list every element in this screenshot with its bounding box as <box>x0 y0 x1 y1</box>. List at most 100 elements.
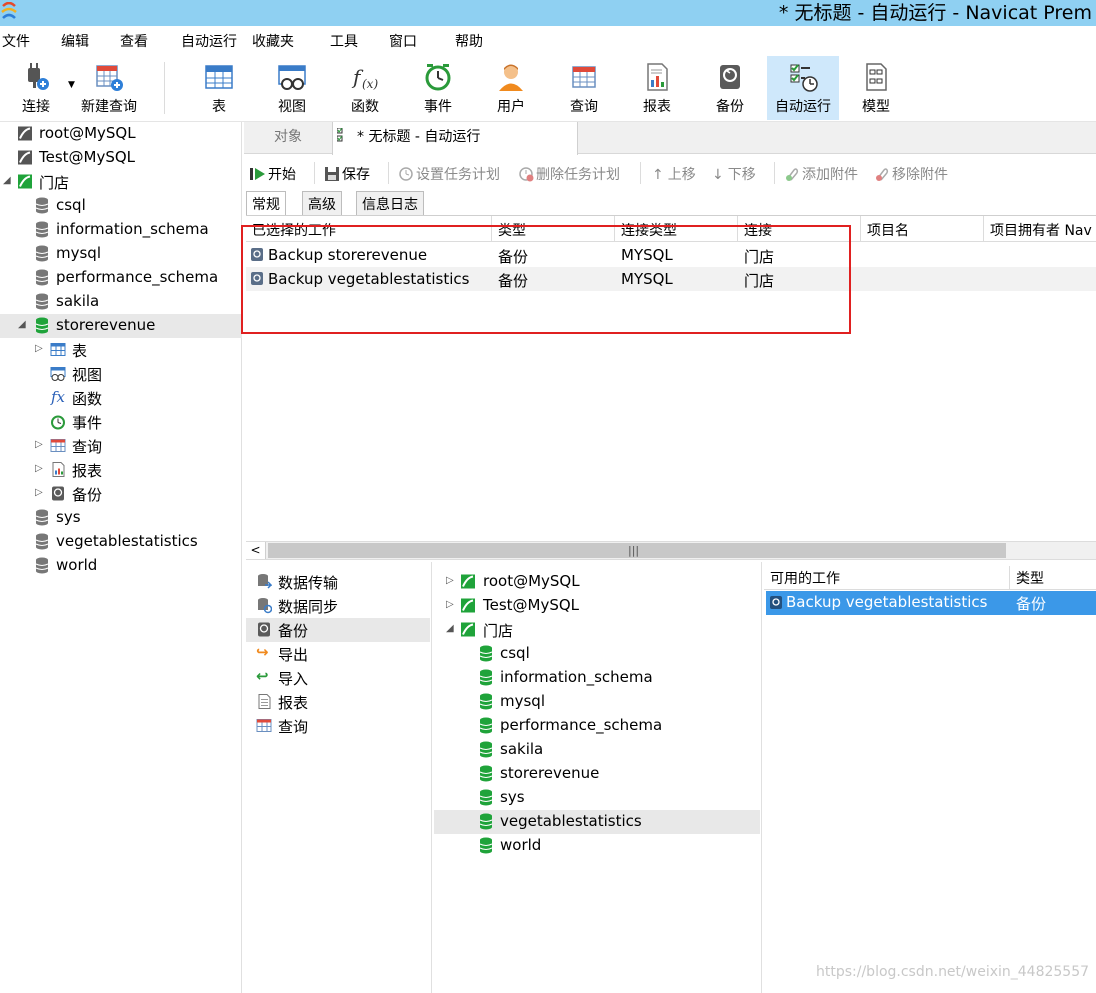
tree-database[interactable]: sys <box>0 506 242 530</box>
conn-tree-database-selected[interactable]: vegetablestatistics <box>434 810 760 834</box>
svg-text:(x): (x) <box>362 77 378 91</box>
tree-node-reports[interactable]: ▷ 报表 <box>0 458 242 482</box>
move-up-button[interactable]: ↑ 上移 <box>652 164 696 184</box>
conn-tree-database[interactable]: storerevenue <box>434 762 760 786</box>
job-type-backup-selected[interactable]: 备份 <box>246 618 430 642</box>
collapsed-arrow-icon[interactable]: ▷ <box>35 464 45 474</box>
automation-button[interactable]: 自动运行 <box>767 56 839 120</box>
tree-database-label: information_schema <box>56 220 209 238</box>
menu-edit[interactable]: 编辑 <box>61 31 89 51</box>
job-type-query[interactable]: 查询 <box>246 714 430 738</box>
expanded-arrow-icon[interactable]: ◢ <box>446 624 454 634</box>
tree-node-functions[interactable]: fx 函数 <box>0 386 242 410</box>
collapsed-arrow-icon[interactable]: ▷ <box>446 576 454 586</box>
tree-node-queries[interactable]: ▷ 查询 <box>0 434 242 458</box>
actionbar-divider <box>774 162 775 184</box>
grid-horizontal-scrollbar[interactable]: < ||| <box>246 541 1096 560</box>
collapsed-arrow-icon[interactable]: ▷ <box>35 344 45 354</box>
tree-node-views[interactable]: 视图 <box>0 362 242 386</box>
expanded-arrow-icon[interactable]: ◢ <box>3 176 13 186</box>
set-schedule-button[interactable]: 设置任务计划 <box>398 164 500 184</box>
report-button[interactable]: 报表 <box>630 56 684 120</box>
new-query-button[interactable]: 新建查询 <box>76 56 142 120</box>
menu-help[interactable]: 帮助 <box>455 31 483 51</box>
user-button[interactable]: 用户 <box>484 56 538 120</box>
query-button[interactable]: 查询 <box>557 56 611 120</box>
tree-database[interactable]: information_schema <box>0 218 242 242</box>
conn-tree-db-label: world <box>500 836 542 854</box>
job-type-report[interactable]: 报表 <box>246 690 430 714</box>
column-header-available-job[interactable]: 可用的工作 <box>764 566 1010 590</box>
expanded-arrow-icon[interactable]: ◢ <box>18 320 28 330</box>
menu-view[interactable]: 查看 <box>120 31 148 51</box>
view-button[interactable]: 视图 <box>265 56 319 120</box>
menu-window[interactable]: 窗口 <box>389 31 417 51</box>
table-button[interactable]: 表 <box>192 56 246 120</box>
collapsed-arrow-icon[interactable]: ▷ <box>35 440 45 450</box>
subtab-log[interactable]: 信息日志 <box>356 191 424 215</box>
conn-tree-database[interactable]: csql <box>434 642 760 666</box>
subtab-advanced[interactable]: 高级 <box>302 191 342 215</box>
connect-button[interactable]: 连接 <box>8 56 64 120</box>
tree-database[interactable]: world <box>0 554 242 578</box>
tree-database[interactable]: sakila <box>0 290 242 314</box>
job-type-data-sync[interactable]: 数据同步 <box>246 594 430 618</box>
conn-tree-db-label: sakila <box>500 740 544 758</box>
delete-schedule-button[interactable]: 删除任务计划 <box>518 164 620 184</box>
conn-tree-connection[interactable]: ▷ root@MySQL <box>434 570 760 594</box>
model-button[interactable]: 模型 <box>849 56 903 120</box>
tree-database[interactable]: vegetablestatistics <box>0 530 242 554</box>
tree-node-backups[interactable]: ▷ 备份 <box>0 482 242 506</box>
conn-tree-database[interactable]: performance_schema <box>434 714 760 738</box>
tree-database[interactable]: csql <box>0 194 242 218</box>
tree-connection-store[interactable]: ◢ 门店 <box>0 170 242 194</box>
tree-database-label: world <box>56 556 98 574</box>
save-button[interactable]: 保存 <box>324 164 370 184</box>
view-icon <box>50 367 66 381</box>
menu-tools[interactable]: 工具 <box>330 31 358 51</box>
connect-dropdown-icon[interactable]: ▼ <box>68 80 75 90</box>
connect-label: 连接 <box>22 99 50 115</box>
job-type-import[interactable]: ↩ 导入 <box>246 666 430 690</box>
job-type-data-transfer[interactable]: 数据传输 <box>246 570 430 594</box>
tree-node-tables[interactable]: ▷ 表 <box>0 338 242 362</box>
remove-attachment-button[interactable]: 移除附件 <box>874 164 948 184</box>
move-down-button[interactable]: ↓ 下移 <box>712 164 756 184</box>
scroll-left-icon[interactable]: < <box>246 542 266 559</box>
conn-tree-connection[interactable]: ◢ 门店 <box>434 618 760 642</box>
menu-automation[interactable]: 自动运行 <box>181 31 237 51</box>
collapsed-arrow-icon[interactable]: ▷ <box>35 488 45 498</box>
add-attachment-button[interactable]: 添加附件 <box>784 164 858 184</box>
conn-tree-database[interactable]: sakila <box>434 738 760 762</box>
tree-connection-test[interactable]: Test@MySQL <box>0 146 242 170</box>
tree-database[interactable]: mysql <box>0 242 242 266</box>
job-type-export[interactable]: ↪ 导出 <box>246 642 430 666</box>
subtab-general[interactable]: 常规 <box>246 191 286 216</box>
tab-automation-untitled[interactable]: * 无标题 - 自动运行 <box>332 122 578 155</box>
tree-node-label: 函数 <box>72 390 103 408</box>
conn-tree-database[interactable]: sys <box>434 786 760 810</box>
menu-favorites[interactable]: 收藏夹 <box>252 31 294 51</box>
add-attachment-label: 添加附件 <box>802 167 858 183</box>
conn-tree-database[interactable]: information_schema <box>434 666 760 690</box>
conn-tree-connection[interactable]: ▷ Test@MySQL <box>434 594 760 618</box>
backup-button[interactable]: 备份 <box>703 56 757 120</box>
menu-file[interactable]: 文件 <box>2 31 30 51</box>
function-button[interactable]: f (x) 函数 <box>338 56 392 120</box>
column-header-project-name[interactable]: 项目名 <box>861 216 984 242</box>
conn-tree-database[interactable]: world <box>434 834 760 858</box>
tree-database-label: sys <box>56 508 81 526</box>
tree-database-selected[interactable]: ◢ storerevenue <box>0 314 242 338</box>
start-button[interactable]: 开始 <box>250 164 296 184</box>
event-button[interactable]: 事件 <box>411 56 465 120</box>
tree-database[interactable]: performance_schema <box>0 266 242 290</box>
conn-tree-database[interactable]: mysql <box>434 690 760 714</box>
tree-node-events[interactable]: 事件 <box>0 410 242 434</box>
column-header-type[interactable]: 类型 <box>1010 566 1096 590</box>
tab-objects[interactable]: 对象 <box>244 122 332 154</box>
available-job-row-selected[interactable]: Backup vegetablestatistics 备份 <box>766 591 1096 615</box>
collapsed-arrow-icon[interactable]: ▷ <box>446 600 454 610</box>
column-header-project-owner[interactable]: 项目拥有者 Nav <box>984 216 1096 242</box>
scrollbar-thumb[interactable]: ||| <box>268 543 1006 558</box>
tree-connection-root[interactable]: root@MySQL <box>0 122 242 146</box>
